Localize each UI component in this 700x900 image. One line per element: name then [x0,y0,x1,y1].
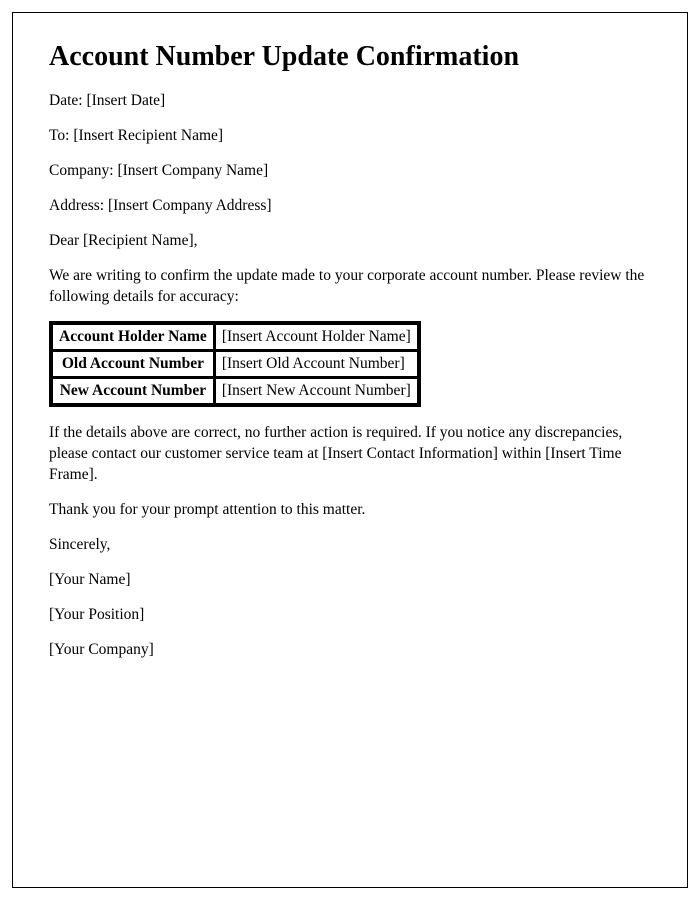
document-page: Account Number Update Confirmation Date:… [12,12,688,888]
new-account-value: [Insert New Account Number] [215,378,418,404]
old-account-value: [Insert Old Account Number] [215,351,418,377]
address-value: [Insert Company Address] [108,197,272,214]
new-account-label: New Account Number [52,378,214,404]
table-row: Account Holder Name [Insert Account Hold… [52,324,418,350]
signer-name: [Your Name] [49,570,651,591]
signer-company: [Your Company] [49,640,651,661]
salutation: Dear [Recipient Name], [49,231,651,252]
salutation-prefix: Dear [49,232,83,249]
intro-paragraph: We are writing to confirm the update mad… [49,266,651,308]
salutation-suffix: , [194,232,198,249]
to-line: To: [Insert Recipient Name] [49,126,651,147]
signer-position: [Your Position] [49,605,651,626]
date-label: Date: [49,92,86,109]
account-holder-value: [Insert Account Holder Name] [215,324,418,350]
salutation-name: [Recipient Name] [83,232,194,249]
date-value: [Insert Date] [86,92,165,109]
old-account-label: Old Account Number [52,351,214,377]
page-title: Account Number Update Confirmation [49,41,651,73]
company-value: [Insert Company Name] [117,162,268,179]
table-row: Old Account Number [Insert Old Account N… [52,351,418,377]
company-label: Company: [49,162,117,179]
address-label: Address: [49,197,108,214]
company-line: Company: [Insert Company Name] [49,161,651,182]
closing-line: Sincerely, [49,535,651,556]
details-table: Account Holder Name [Insert Account Hold… [49,321,421,407]
to-label: To: [49,127,73,144]
thanks-paragraph: Thank you for your prompt attention to t… [49,500,651,521]
followup-paragraph: If the details above are correct, no fur… [49,423,651,486]
date-line: Date: [Insert Date] [49,91,651,112]
table-row: New Account Number [Insert New Account N… [52,378,418,404]
account-holder-label: Account Holder Name [52,324,214,350]
address-line: Address: [Insert Company Address] [49,196,651,217]
to-value: [Insert Recipient Name] [73,127,223,144]
